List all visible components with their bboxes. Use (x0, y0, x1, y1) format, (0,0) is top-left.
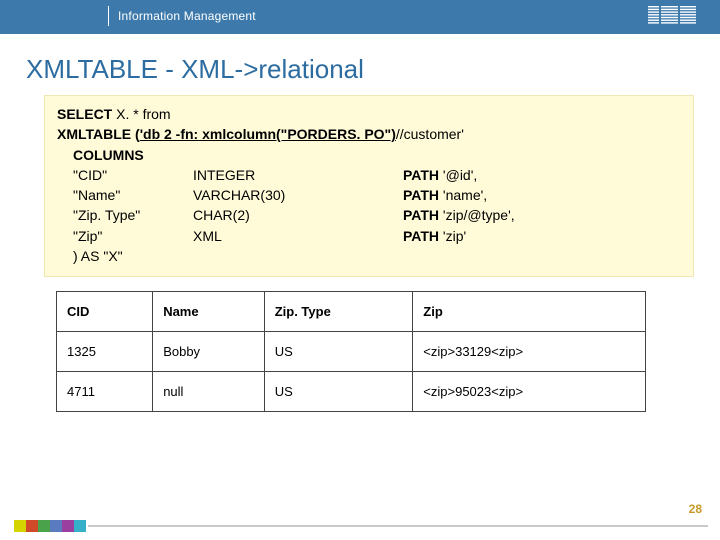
footer-colorbar (14, 520, 708, 532)
header-divider (108, 6, 109, 26)
col-header-name: Name (153, 292, 265, 332)
col-header-zip: Zip (413, 292, 646, 332)
footer-chip (14, 520, 26, 532)
sql-keyword: XMLTABLE ( (57, 126, 140, 142)
sql-text: INTEGER (193, 165, 403, 185)
cell-name: Bobby (153, 332, 265, 372)
cell-name: null (153, 372, 265, 412)
footer-chip (74, 520, 86, 532)
sql-text: 'name', (439, 187, 487, 203)
footer-chip (50, 520, 62, 532)
cell-ziptype: US (264, 332, 413, 372)
table-row: 1325 Bobby US <zip>33129<zip> (57, 332, 646, 372)
sql-text: "Zip. Type" (73, 205, 193, 225)
footer-chip (38, 520, 50, 532)
cell-cid: 4711 (57, 372, 153, 412)
sql-text: 'zip' (439, 228, 466, 244)
slide-title: XMLTABLE - XML->relational (26, 54, 720, 85)
slide-number: 28 (689, 502, 702, 516)
sql-text: CHAR(2) (193, 205, 403, 225)
sql-text: //customer' (396, 126, 464, 142)
sql-text: 'zip/@type', (439, 207, 515, 223)
sql-keyword: PATH (403, 228, 439, 244)
cell-zip: <zip>95023<zip> (413, 372, 646, 412)
sql-text: VARCHAR(30) (193, 185, 403, 205)
footer-chip (62, 520, 74, 532)
sql-keyword: PATH (403, 187, 439, 203)
sql-text: "Name" (73, 185, 193, 205)
footer-chip (26, 520, 38, 532)
col-header-ziptype: Zip. Type (264, 292, 413, 332)
sql-text: XML (193, 226, 403, 246)
footer-line (88, 525, 708, 527)
sql-keyword: COLUMNS (57, 145, 681, 165)
header-title: Information Management (118, 9, 256, 23)
ibm-logo (648, 6, 696, 26)
sql-text: ) AS "X" (57, 246, 681, 266)
sql-keyword: PATH (403, 207, 439, 223)
sql-keyword: SELECT (57, 106, 112, 122)
result-table: CID Name Zip. Type Zip 1325 Bobby US <zi… (56, 291, 646, 412)
cell-cid: 1325 (57, 332, 153, 372)
app-header: Information Management (0, 0, 720, 34)
sql-text: "CID" (73, 165, 193, 185)
sql-text: "Zip" (73, 226, 193, 246)
table-header-row: CID Name Zip. Type Zip (57, 292, 646, 332)
sql-text: '@id', (439, 167, 477, 183)
cell-ziptype: US (264, 372, 413, 412)
sql-keyword: PATH (403, 167, 439, 183)
sql-code-block: SELECT X. * from XMLTABLE ('db 2 -fn: xm… (44, 95, 694, 277)
sql-keyword: 'db 2 -fn: xmlcolumn("PORDERS. PO") (140, 126, 396, 142)
cell-zip: <zip>33129<zip> (413, 332, 646, 372)
col-header-cid: CID (57, 292, 153, 332)
sql-text: X. * from (112, 106, 170, 122)
table-row: 4711 null US <zip>95023<zip> (57, 372, 646, 412)
